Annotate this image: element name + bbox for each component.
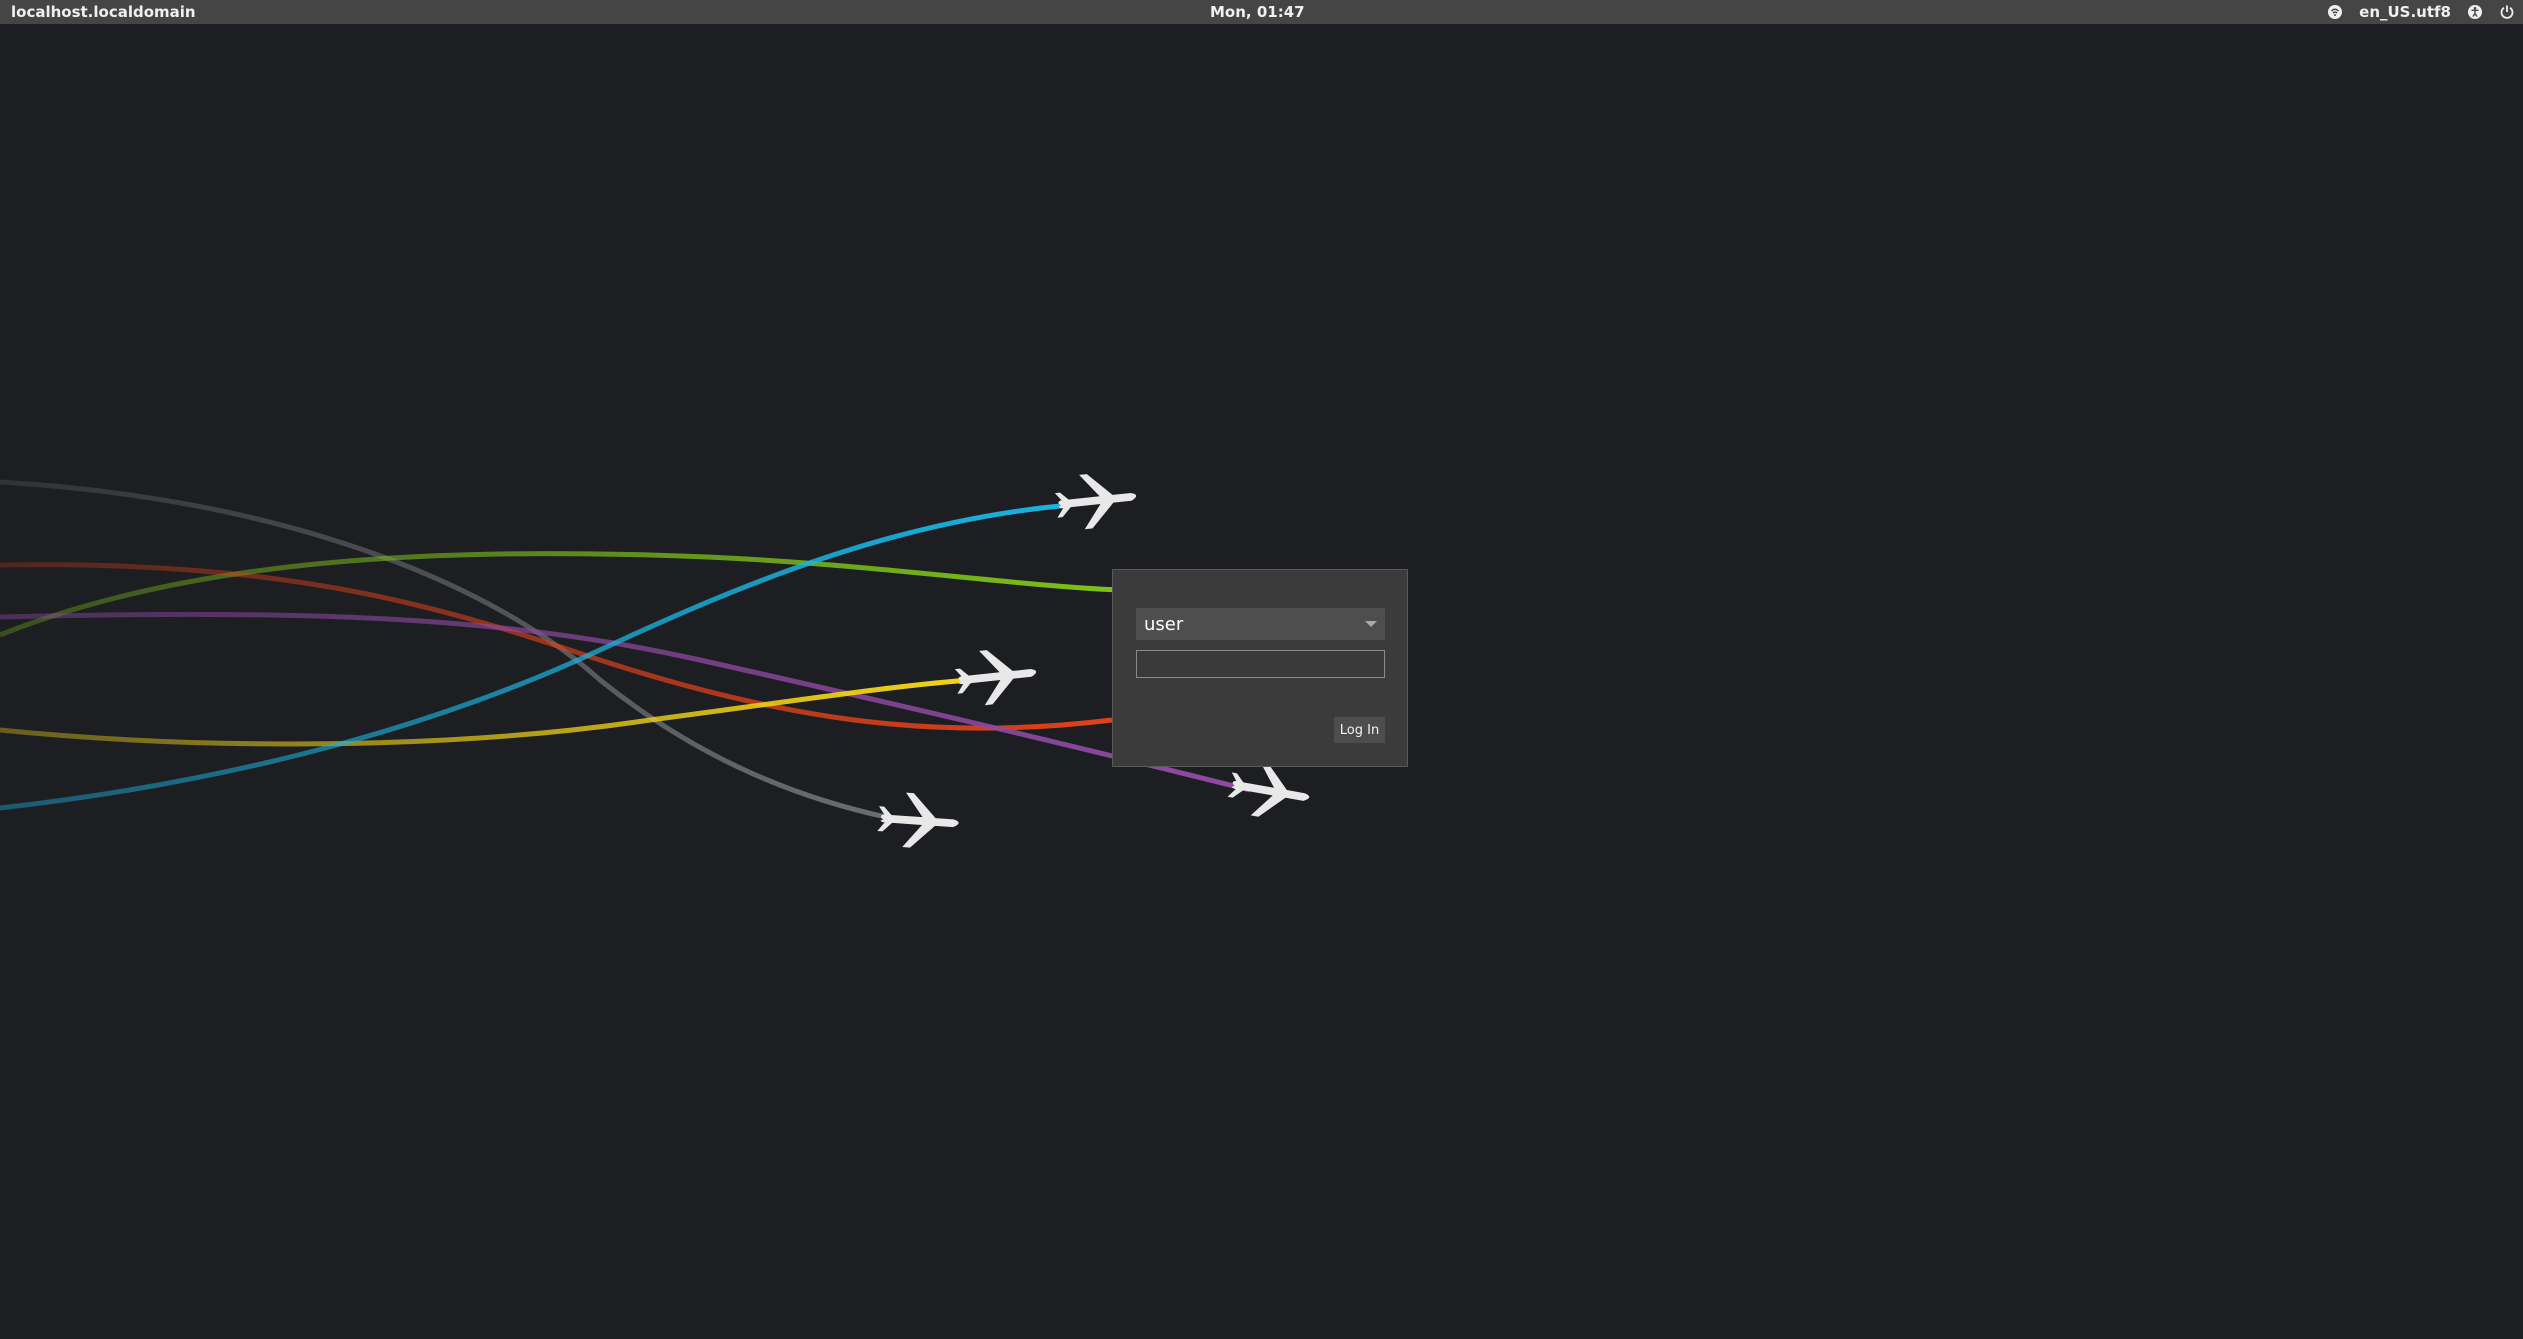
- network-icon[interactable]: [2327, 4, 2343, 20]
- airplane-icon: [1053, 469, 1140, 532]
- top-panel: localhost.localdomain Mon, 01:47 en_US.u…: [0, 0, 2523, 24]
- airplane-icon: [953, 645, 1040, 708]
- power-icon[interactable]: [2499, 4, 2515, 20]
- gray-trail: [0, 479, 901, 823]
- system-tray: en_US.utf8: [2327, 0, 2515, 24]
- airplane-icon: [1225, 757, 1314, 825]
- user-select-dropdown[interactable]: user: [1136, 608, 1385, 640]
- password-field[interactable]: [1136, 650, 1385, 678]
- login-dialog: user Log In: [1112, 569, 1408, 767]
- red-trail: [0, 562, 1113, 731]
- chevron-down-icon: [1365, 621, 1377, 627]
- clock-label[interactable]: Mon, 01:47: [1210, 3, 1305, 21]
- green-trail: [0, 551, 1121, 638]
- hostname-label: localhost.localdomain: [11, 3, 196, 21]
- cyan-trail: [0, 502, 1071, 811]
- selected-user-label: user: [1144, 613, 1184, 635]
- login-screen: localhost.localdomain Mon, 01:47 en_US.u…: [0, 0, 2523, 1339]
- login-button[interactable]: Log In: [1334, 717, 1385, 743]
- accessibility-icon[interactable]: [2467, 4, 2483, 20]
- airplane-icon: [876, 790, 961, 851]
- keyboard-layout-indicator[interactable]: en_US.utf8: [2359, 3, 2451, 21]
